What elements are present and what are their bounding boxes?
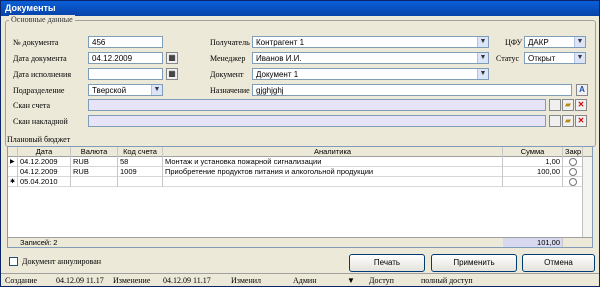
cfu-select[interactable]: ДАКР ▼ bbox=[524, 36, 586, 48]
access-value: полный доступ bbox=[421, 276, 473, 285]
col-header-sum[interactable]: Сумма bbox=[503, 147, 563, 157]
recipient-select[interactable]: Контрагент 1 ▼ bbox=[252, 36, 489, 48]
row-marker bbox=[8, 167, 18, 177]
document-select[interactable]: Документ 1 ▼ bbox=[252, 68, 489, 80]
manager-select[interactable]: Иванов И.И. ▼ bbox=[252, 52, 489, 64]
cell-sum[interactable] bbox=[503, 177, 563, 187]
budget-grid[interactable]: Дата Валюта Код счета Аналитика Сумма За… bbox=[7, 146, 593, 248]
grid-scrollbar[interactable] bbox=[582, 157, 592, 237]
document-label: Документ bbox=[210, 70, 244, 79]
sum-total: 101,00 bbox=[503, 238, 563, 247]
document-value: Документ 1 bbox=[256, 70, 299, 79]
chevron-down-icon[interactable]: ▼ bbox=[574, 53, 585, 63]
cell-analytics[interactable] bbox=[163, 177, 503, 187]
doc-date-label: Дата документа bbox=[13, 54, 67, 63]
doc-number-input[interactable]: 456 bbox=[88, 36, 163, 48]
changer-label: Изменил bbox=[231, 276, 261, 285]
cell-code[interactable] bbox=[118, 177, 163, 187]
header-marker-cell bbox=[8, 147, 18, 157]
row-marker: ▶ bbox=[8, 157, 18, 167]
doc-number-label: № документа bbox=[13, 38, 59, 47]
text-a-icon[interactable]: A bbox=[576, 84, 588, 96]
closed-radio[interactable] bbox=[569, 178, 577, 186]
cell-sum[interactable]: 1,00 bbox=[503, 157, 563, 167]
recipient-value: Контрагент 1 bbox=[256, 38, 305, 47]
cell-analytics[interactable]: Приобретение продуктов питания и алкогол… bbox=[163, 167, 503, 177]
grid-header: Дата Валюта Код счета Аналитика Сумма За… bbox=[8, 147, 592, 157]
purpose-input[interactable]: gjghjghj bbox=[252, 84, 572, 96]
empty-button[interactable] bbox=[549, 115, 561, 127]
cell-date[interactable]: 04.12.2009 bbox=[18, 167, 71, 177]
status-select[interactable]: Открыт ▼ bbox=[524, 52, 586, 64]
created-value: 04.12.09 11.17 bbox=[56, 276, 104, 285]
chevron-down-icon[interactable]: ▼ bbox=[151, 85, 162, 95]
col-header-date[interactable]: Дата bbox=[18, 147, 71, 157]
cell-analytics[interactable]: Монтаж и установка пожарной сигнализации bbox=[163, 157, 503, 167]
exec-date-input[interactable] bbox=[88, 68, 163, 80]
cancel-button[interactable]: Отмена bbox=[522, 254, 595, 272]
table-row[interactable]: ▶ 04.12.2009 RUB 58 Монтаж и установка п… bbox=[8, 157, 592, 167]
table-row-new[interactable]: ✱ 05.04.2010 bbox=[8, 177, 592, 187]
calendar-icon[interactable]: ▦ bbox=[166, 52, 178, 64]
waybill-scan-input[interactable] bbox=[88, 115, 546, 127]
col-header-code[interactable]: Код счета bbox=[118, 147, 163, 157]
chevron-down-icon[interactable]: ▼ bbox=[347, 276, 355, 285]
main-data-group-title: Основные данные bbox=[9, 15, 75, 24]
doc-date-input[interactable]: 04.12.2009 bbox=[88, 52, 163, 64]
access-label: Доступ bbox=[369, 276, 394, 285]
print-button[interactable]: Печать bbox=[349, 254, 425, 272]
calendar-icon[interactable]: ▦ bbox=[166, 68, 178, 80]
col-header-closed[interactable]: Закр bbox=[563, 147, 583, 157]
folder-open-icon[interactable]: ▰ bbox=[562, 115, 574, 127]
col-header-analytics[interactable]: Аналитика bbox=[163, 147, 503, 157]
cell-code[interactable]: 58 bbox=[118, 157, 163, 167]
cancelled-checkbox[interactable] bbox=[9, 257, 18, 266]
documents-window: Документы Основные данные № документа 45… bbox=[0, 0, 600, 287]
recipient-label: Получатель bbox=[210, 38, 250, 47]
grid-footer: Записей: 2 101,00 bbox=[8, 237, 592, 247]
col-header-currency[interactable]: Валюта bbox=[71, 147, 118, 157]
changer-value: Админ bbox=[293, 276, 317, 285]
delete-x-icon[interactable]: ✕ bbox=[575, 99, 587, 111]
chevron-down-icon[interactable]: ▼ bbox=[477, 53, 488, 63]
status-bar: Создание 04.12.09 11.17 Изменение 04.12.… bbox=[1, 273, 599, 286]
closed-radio[interactable] bbox=[569, 158, 577, 166]
created-label: Создание bbox=[5, 276, 38, 285]
folder-open-icon[interactable]: ▰ bbox=[562, 99, 574, 111]
manager-label: Менеджер bbox=[210, 54, 246, 63]
cell-date[interactable]: 04.12.2009 bbox=[18, 157, 71, 167]
waybill-scan-label: Скан накладной bbox=[13, 117, 68, 126]
records-count: Записей: 2 bbox=[20, 238, 58, 247]
cancelled-checkbox-label: Документ аннулирован bbox=[22, 257, 102, 266]
manager-value: Иванов И.И. bbox=[256, 54, 302, 63]
cfu-label: ЦФУ bbox=[505, 38, 523, 47]
changed-value: 04.12.09 11.17 bbox=[163, 276, 211, 285]
invoice-scan-input[interactable] bbox=[88, 99, 546, 111]
cell-sum[interactable]: 100,00 bbox=[503, 167, 563, 177]
purpose-label: Назначение bbox=[210, 86, 250, 95]
division-value: Тверской bbox=[92, 86, 127, 95]
closed-radio[interactable] bbox=[569, 168, 577, 176]
changed-label: Изменение bbox=[113, 276, 151, 285]
window-title: Документы bbox=[1, 1, 599, 16]
exec-date-label: Дата исполнения bbox=[13, 70, 72, 79]
status-label: Статус bbox=[496, 54, 520, 63]
chevron-down-icon[interactable]: ▼ bbox=[477, 69, 488, 79]
cell-currency[interactable]: RUB bbox=[71, 157, 118, 167]
row-marker: ✱ bbox=[8, 177, 18, 187]
chevron-down-icon[interactable]: ▼ bbox=[477, 37, 488, 47]
delete-x-icon[interactable]: ✕ bbox=[575, 115, 587, 127]
invoice-scan-label: Скан счета bbox=[13, 101, 51, 110]
cell-date[interactable]: 05.04.2010 bbox=[18, 177, 71, 187]
table-row[interactable]: 04.12.2009 RUB 1009 Приобретение продукт… bbox=[8, 167, 592, 177]
chevron-down-icon[interactable]: ▼ bbox=[574, 37, 585, 47]
cell-currency[interactable]: RUB bbox=[71, 167, 118, 177]
cell-code[interactable]: 1009 bbox=[118, 167, 163, 177]
budget-section-title: Плановый бюджет bbox=[7, 135, 71, 144]
empty-button[interactable] bbox=[549, 99, 561, 111]
apply-button[interactable]: Применить bbox=[431, 254, 517, 272]
division-select[interactable]: Тверской ▼ bbox=[88, 84, 163, 96]
cell-currency[interactable] bbox=[71, 177, 118, 187]
division-label: Подразделение bbox=[13, 86, 65, 95]
